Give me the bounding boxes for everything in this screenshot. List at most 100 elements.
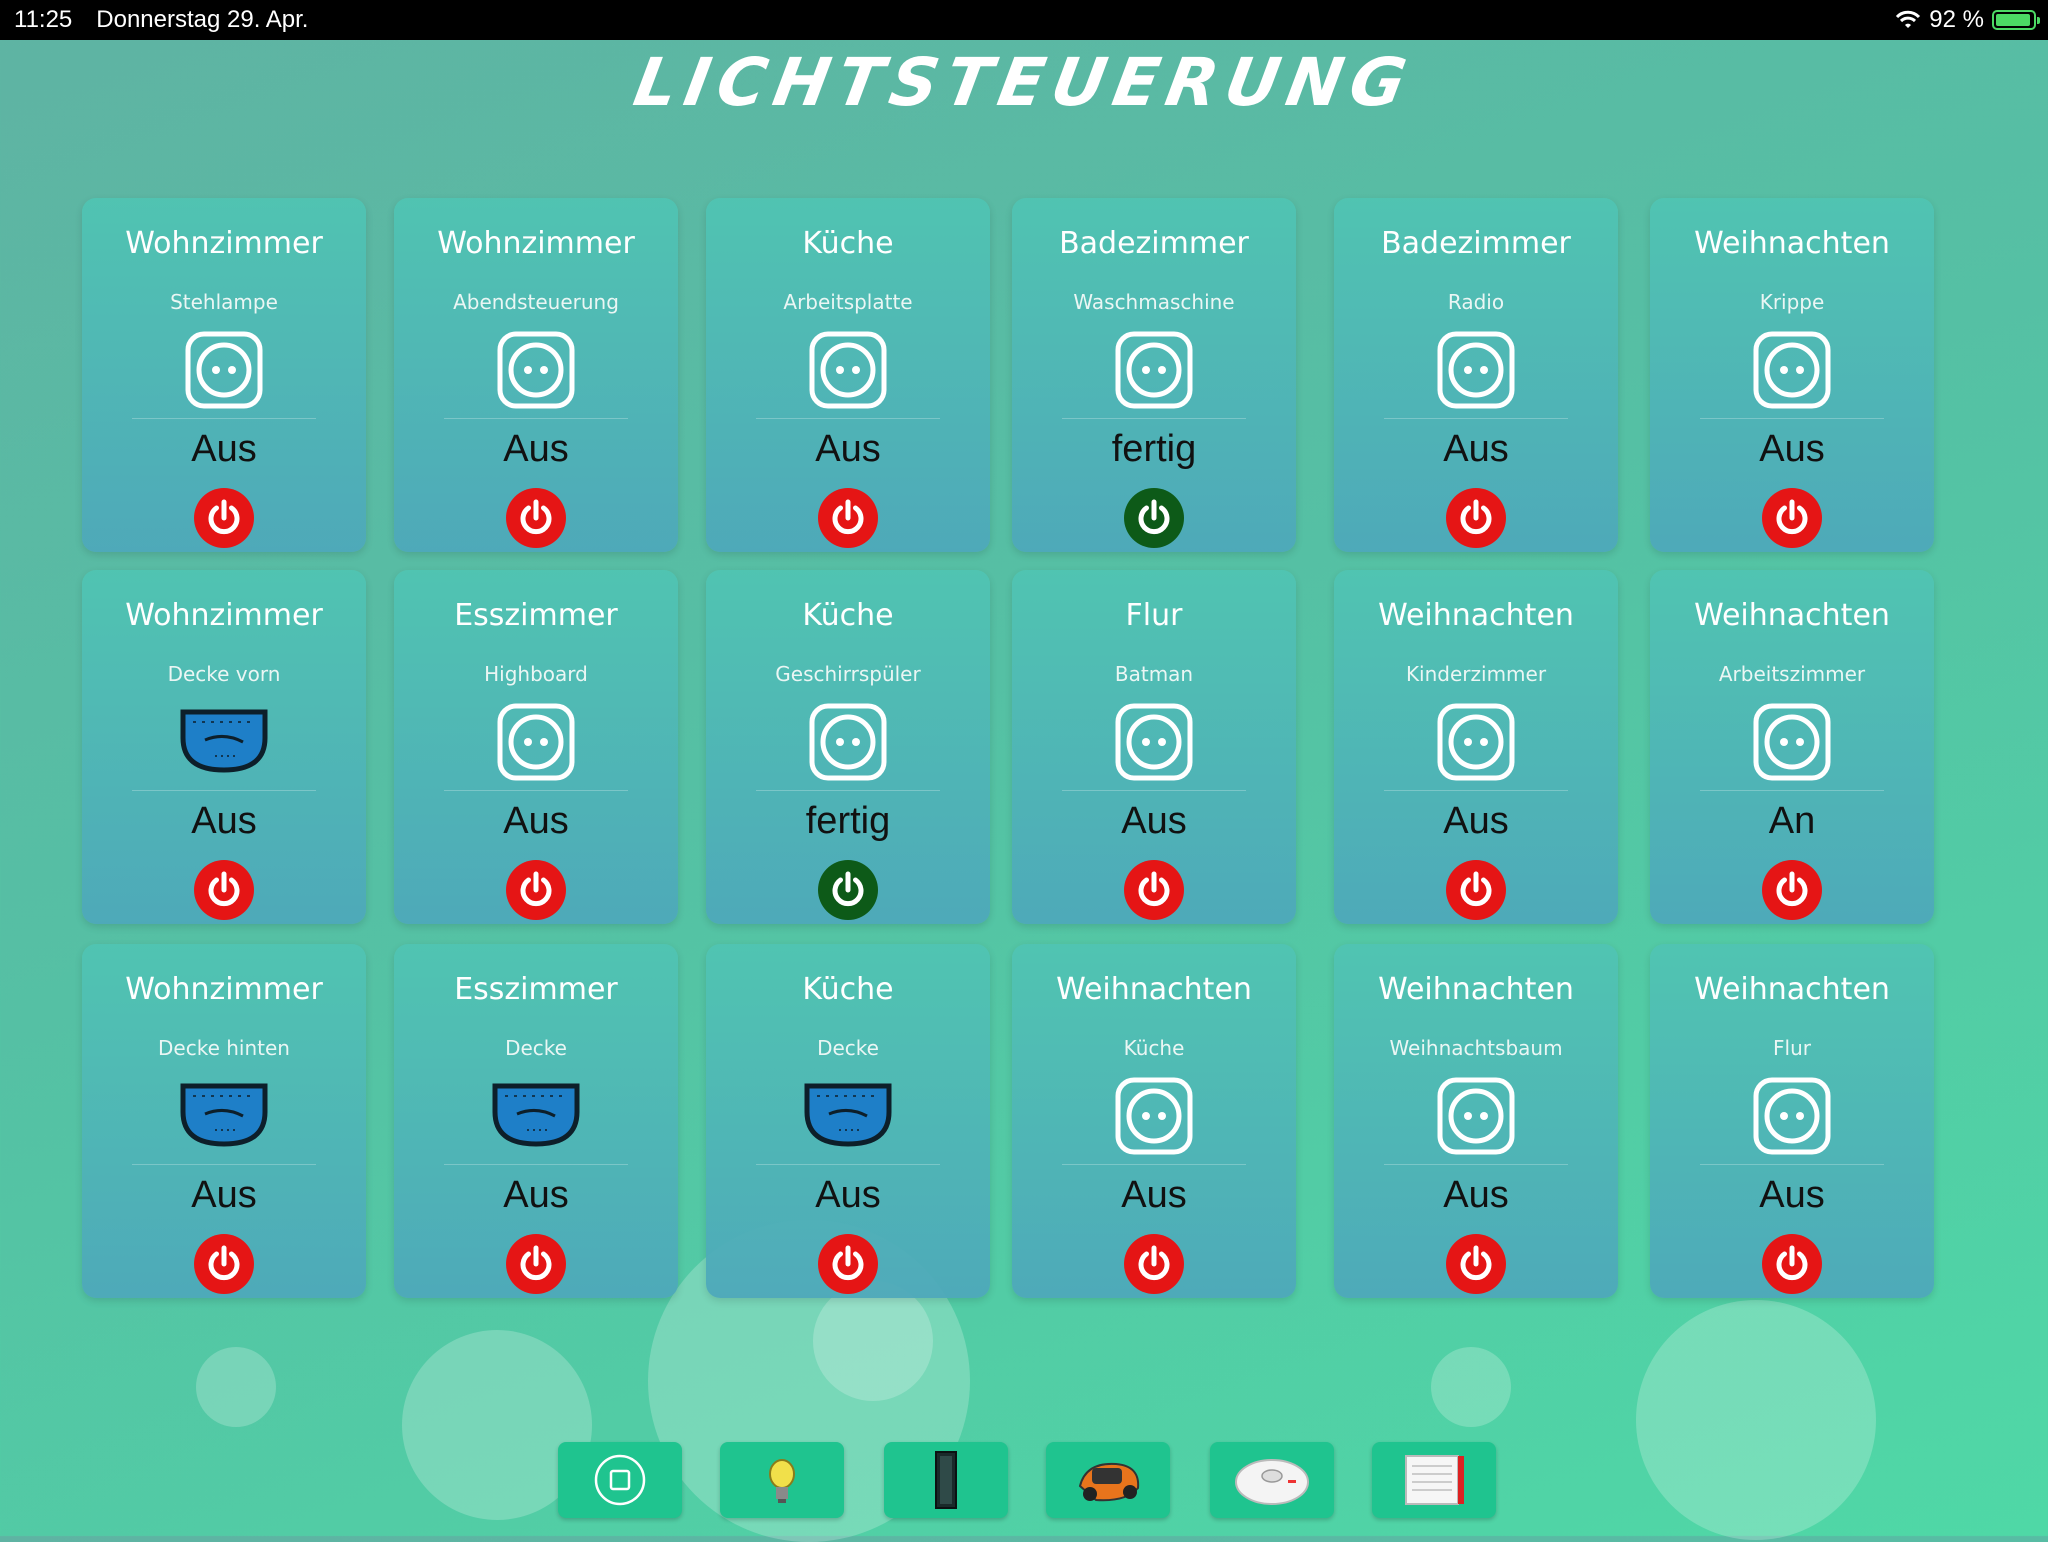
door-icon [935, 1451, 957, 1509]
card-device: Küche [1123, 1036, 1185, 1060]
card-room: Weihnachten [1056, 972, 1252, 1007]
card-device: Decke hinten [158, 1036, 290, 1060]
card-state: Aus [1443, 428, 1509, 470]
power-button[interactable] [1124, 1234, 1184, 1294]
device-card: Flur Batman Aus [1012, 570, 1296, 924]
home-button[interactable] [558, 1442, 682, 1518]
device-card: Weihnachten Weihnachtsbaum Aus [1334, 944, 1618, 1298]
battery-percent: 92 % [1929, 6, 1984, 33]
socket-icon [1114, 330, 1194, 410]
card-device: Geschirrspüler [775, 662, 921, 686]
card-divider [444, 1164, 628, 1165]
socket-icon [496, 330, 576, 410]
power-button[interactable] [506, 860, 566, 920]
card-device: Waschmaschine [1073, 290, 1235, 314]
card-divider [1062, 790, 1246, 791]
light-bulb-icon [769, 1459, 795, 1503]
card-state: Aus [191, 428, 257, 470]
card-state: Aus [1759, 1174, 1825, 1216]
card-divider [1700, 790, 1884, 791]
card-room: Wohnzimmer [437, 226, 635, 261]
power-button[interactable] [818, 488, 878, 548]
card-room: Weihnachten [1694, 226, 1890, 261]
power-button[interactable] [818, 860, 878, 920]
status-right: 92 % [1895, 0, 2040, 40]
device-card: Badezimmer Waschmaschine fertig [1012, 198, 1296, 552]
lights-button[interactable] [720, 1442, 844, 1518]
socket-icon [1752, 1076, 1832, 1156]
socket-icon [496, 702, 576, 782]
device-card: Badezimmer Radio Aus [1334, 198, 1618, 552]
robot-mower-icon [1078, 1462, 1140, 1502]
card-room: Weihnachten [1694, 972, 1890, 1007]
device-card: Wohnzimmer Abendsteuerung Aus [394, 198, 678, 552]
card-divider [1384, 1164, 1568, 1165]
card-room: Wohnzimmer [125, 972, 323, 1007]
router-button[interactable] [1372, 1442, 1496, 1518]
device-card: Wohnzimmer Stehlampe Aus [82, 198, 366, 552]
card-divider [444, 418, 628, 419]
decor-bubble [196, 1347, 276, 1427]
card-room: Weihnachten [1694, 598, 1890, 633]
power-button[interactable] [1446, 1234, 1506, 1294]
power-button[interactable] [194, 488, 254, 548]
device-card: Wohnzimmer Decke hinten Aus [82, 944, 366, 1298]
socket-icon [808, 330, 888, 410]
card-divider [1062, 418, 1246, 419]
card-state: An [1768, 800, 1816, 842]
power-button[interactable] [194, 1234, 254, 1294]
card-device: Arbeitszimmer [1718, 662, 1866, 686]
card-divider [132, 1164, 316, 1165]
power-button[interactable] [1124, 860, 1184, 920]
device-card: Esszimmer Highboard Aus [394, 570, 678, 924]
device-card: Weihnachten Kinderzimmer Aus [1334, 570, 1618, 924]
socket-icon [1752, 330, 1832, 410]
power-button[interactable] [1762, 1234, 1822, 1294]
card-device: Arbeitsplatte [783, 290, 913, 314]
card-device: Decke vorn [167, 662, 281, 686]
card-device: Decke [817, 1036, 879, 1060]
card-state: Aus [1443, 800, 1509, 842]
card-device: Radio [1447, 290, 1505, 314]
card-divider [1700, 1164, 1884, 1165]
power-button[interactable] [1446, 488, 1506, 548]
power-button[interactable] [506, 1234, 566, 1294]
card-room: Küche [802, 598, 894, 633]
socket-icon [1436, 1076, 1516, 1156]
vacuum-button[interactable] [1210, 1442, 1334, 1518]
card-room: Badezimmer [1059, 226, 1249, 261]
power-button[interactable] [1446, 860, 1506, 920]
doors-button[interactable] [884, 1442, 1008, 1518]
socket-icon [1436, 702, 1516, 782]
card-device: Abendsteuerung [453, 290, 619, 314]
card-state: Aus [191, 1174, 257, 1216]
card-divider [756, 1164, 940, 1165]
card-state: Aus [503, 1174, 569, 1216]
card-divider [1384, 790, 1568, 791]
decor-bubble [1431, 1347, 1511, 1427]
robot-vacuum-icon [1235, 1459, 1309, 1505]
power-button[interactable] [194, 860, 254, 920]
device-card: Küche Decke Aus [706, 944, 990, 1298]
card-room: Wohnzimmer [125, 226, 323, 261]
device-card: Esszimmer Decke Aus [394, 944, 678, 1298]
card-state: fertig [805, 800, 891, 842]
card-state: Aus [1759, 428, 1825, 470]
card-room: Esszimmer [454, 598, 618, 633]
card-divider [132, 790, 316, 791]
power-button[interactable] [506, 488, 566, 548]
card-room: Badezimmer [1381, 226, 1571, 261]
decor-bubble [813, 1281, 933, 1401]
power-button[interactable] [818, 1234, 878, 1294]
socket-icon [1752, 702, 1832, 782]
power-button[interactable] [1124, 488, 1184, 548]
bottom-dock [0, 1442, 2048, 1520]
power-button[interactable] [1762, 860, 1822, 920]
lawnmower-button[interactable] [1046, 1442, 1170, 1518]
socket-icon [1114, 702, 1194, 782]
card-state: Aus [503, 428, 569, 470]
card-divider [1062, 1164, 1246, 1165]
device-card: Weihnachten Flur Aus [1650, 944, 1934, 1298]
power-button[interactable] [1762, 488, 1822, 548]
page-title: LICHTSTEUERUNG [628, 44, 1420, 121]
